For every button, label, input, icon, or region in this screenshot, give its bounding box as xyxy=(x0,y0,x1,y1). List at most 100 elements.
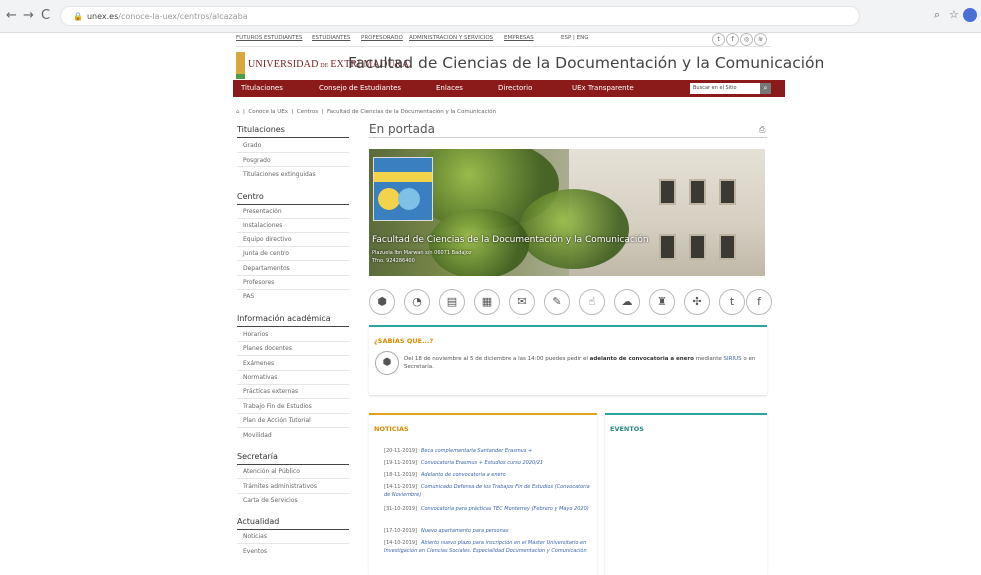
sidebar-item[interactable]: Trámites administrativos xyxy=(243,483,317,490)
news-item[interactable]: [20-11-2019] Beca complementaria Santande… xyxy=(384,447,592,455)
nav-item-titulaciones[interactable]: Titulaciones xyxy=(241,84,283,92)
reload-icon[interactable]: C xyxy=(41,8,50,23)
hand-icon[interactable]: ☝ xyxy=(579,289,605,315)
sidebar-item[interactable]: Normativas xyxy=(243,374,277,381)
top-link[interactable]: EMPRESAS xyxy=(504,35,534,41)
uex-logo[interactable] xyxy=(236,52,245,74)
campus-virtual-icon[interactable]: ◔ xyxy=(404,289,430,315)
sidebar-item[interactable]: Planes docentes xyxy=(243,345,292,352)
notice-icon[interactable]: ✎ xyxy=(544,289,570,315)
breadcrumb-item[interactable]: Centros xyxy=(297,109,318,115)
divider xyxy=(237,326,349,327)
sidebar-item[interactable]: Horarios xyxy=(243,331,268,338)
network-icon[interactable]: ✣ xyxy=(684,289,710,315)
home-icon[interactable]: ⌂ xyxy=(236,109,240,115)
sidebar-item[interactable]: Profesores xyxy=(243,279,274,286)
facebook-icon[interactable]: f xyxy=(726,33,739,46)
nav-item-transparente[interactable]: UEx Transparente xyxy=(572,84,634,92)
mail-icon[interactable]: ✉ xyxy=(509,289,535,315)
sidebar-item[interactable]: Trabajo Fin de Estudios xyxy=(243,403,312,410)
cloud-icon[interactable]: ☁ xyxy=(614,289,640,315)
poster-band xyxy=(374,172,432,182)
main-navigation: Titulaciones Consejo de Estudiantes Enla… xyxy=(233,80,785,97)
top-links-bar: FUTUROS ESTUDIANTES ESTUDIANTES PROFESOR… xyxy=(236,32,771,46)
window xyxy=(719,234,736,260)
top-link[interactable]: ADMINISTRACIÓN Y SERVICIOS xyxy=(409,35,493,41)
news-item[interactable]: [17-10-2019] Nuevo apartamento para perso… xyxy=(384,527,592,535)
instagram-icon[interactable]: ◎ xyxy=(740,33,753,46)
divider xyxy=(369,137,767,138)
rss-icon[interactable]: ≋ xyxy=(754,33,767,46)
news-item[interactable]: [19-11-2019] Convocatoria Erasmus + Estud… xyxy=(384,459,592,467)
sidebar-item[interactable]: Presentación xyxy=(243,208,282,215)
sidebar-item[interactable]: Eventos xyxy=(243,548,267,555)
sidebar-item[interactable]: PAS xyxy=(243,293,254,300)
profile-avatar[interactable] xyxy=(963,8,977,22)
twitter-icon[interactable]: t xyxy=(719,289,745,315)
document-icon[interactable]: ▤ xyxy=(439,289,465,315)
uex-icon[interactable]: ⬢ xyxy=(369,289,395,315)
did-you-know-box: ¿SABÍAS QUE...? ⬢ Del 18 de noviembre al… xyxy=(369,325,767,395)
sidebar-item[interactable]: Junta de centro xyxy=(243,250,289,257)
zoom-icon[interactable]: ⌕ xyxy=(934,8,940,22)
nav-item-consejo[interactable]: Consejo de Estudiantes xyxy=(319,84,401,92)
sidebar-item[interactable]: Movilidad xyxy=(243,432,272,439)
sidebar-item[interactable]: Equipo directivo xyxy=(243,236,292,243)
divider xyxy=(237,204,349,205)
news-item[interactable]: [14-10-2019] Abierto nuevo plazo para ins… xyxy=(384,539,592,555)
faculty-title[interactable]: Facultad de Ciencias de la Documentación… xyxy=(348,54,824,72)
sidebar-item[interactable]: Instalaciones xyxy=(243,222,282,229)
print-icon[interactable]: ⎙ xyxy=(759,125,765,135)
twitter-icon[interactable]: t xyxy=(712,33,725,46)
sidebar-item[interactable]: Prácticas externas xyxy=(243,388,298,395)
sidebar-section-title: Centro xyxy=(237,192,264,201)
news-item[interactable]: [18-11-2019] Adelanto de convocatoria a e… xyxy=(384,471,592,479)
divider xyxy=(237,464,349,465)
star-icon[interactable]: ☆ xyxy=(949,8,959,21)
forward-icon[interactable]: → xyxy=(23,8,34,23)
sidebar-item[interactable]: Exámenes xyxy=(243,360,274,367)
hero-image[interactable]: Facultad de Ciencias de la Documentación… xyxy=(369,149,765,276)
url-path: /conoce-la-uex/centros/alcazaba xyxy=(118,12,248,21)
calendar-icon[interactable]: ▦ xyxy=(474,289,500,315)
divider xyxy=(236,46,771,47)
back-icon[interactable]: ← xyxy=(6,8,17,23)
sidebar-item[interactable]: Posgrado xyxy=(243,157,271,164)
facebook-icon[interactable]: f xyxy=(746,289,772,315)
sirius-link[interactable]: SIRIUS xyxy=(724,356,742,362)
address-bar[interactable]: 🔒 unex.es/conoce-la-uex/centros/alcazaba xyxy=(60,6,860,26)
top-link[interactable]: FUTUROS ESTUDIANTES xyxy=(236,35,302,41)
award-icon[interactable]: ♜ xyxy=(649,289,675,315)
sidebar-item[interactable]: Departamentos xyxy=(243,265,290,272)
divider xyxy=(237,218,349,219)
news-item[interactable]: [14-11-2019] Comunicado Defensa de los Tr… xyxy=(384,483,592,499)
divider xyxy=(237,152,349,153)
nav-item-enlaces[interactable]: Enlaces xyxy=(436,84,463,92)
sidebar-item[interactable]: Titulaciones extinguidas xyxy=(243,171,316,178)
browser-toolbar: ← → C 🔒 unex.es/conoce-la-uex/centros/alc… xyxy=(0,0,981,33)
news-item[interactable]: [31-10-2019] Convocatoria para prácticas … xyxy=(384,505,592,513)
search-input[interactable]: Buscar en el Sitio xyxy=(690,83,760,94)
divider xyxy=(237,427,349,428)
divider xyxy=(237,260,349,261)
top-link[interactable]: ESTUDIANTES xyxy=(312,35,350,41)
language-switch[interactable]: ESP | ENG xyxy=(561,35,588,41)
nav-item-directorio[interactable]: Directorio xyxy=(498,84,532,92)
divider xyxy=(237,341,349,342)
search-icon[interactable]: ⌕ xyxy=(760,83,771,94)
sidebar-item[interactable]: Grado xyxy=(243,142,261,149)
breadcrumb-item[interactable]: Conoce la UEx xyxy=(248,109,288,115)
uex-icon: ⬢ xyxy=(375,351,399,375)
sidebar-section-title: Titulaciones xyxy=(237,125,285,134)
breadcrumb-item: Facultad de Ciencias de la Documentación… xyxy=(326,109,496,115)
divider xyxy=(237,355,349,356)
box-title: ¿SABÍAS QUE...? xyxy=(374,337,434,345)
sidebar-item[interactable]: Atención al Público xyxy=(243,468,300,475)
events-box: EVENTOS xyxy=(605,413,767,575)
sidebar-item[interactable]: Noticias xyxy=(243,533,267,540)
news-box: NOTICIAS [20-11-2019] Beca complementaria… xyxy=(369,413,597,575)
sidebar-section-title: Información académica xyxy=(237,314,331,323)
sidebar-item[interactable]: Carta de Servicios xyxy=(243,497,298,504)
top-link[interactable]: PROFESORADO xyxy=(361,35,403,41)
sidebar-item[interactable]: Plan de Acción Tutorial xyxy=(243,417,311,424)
